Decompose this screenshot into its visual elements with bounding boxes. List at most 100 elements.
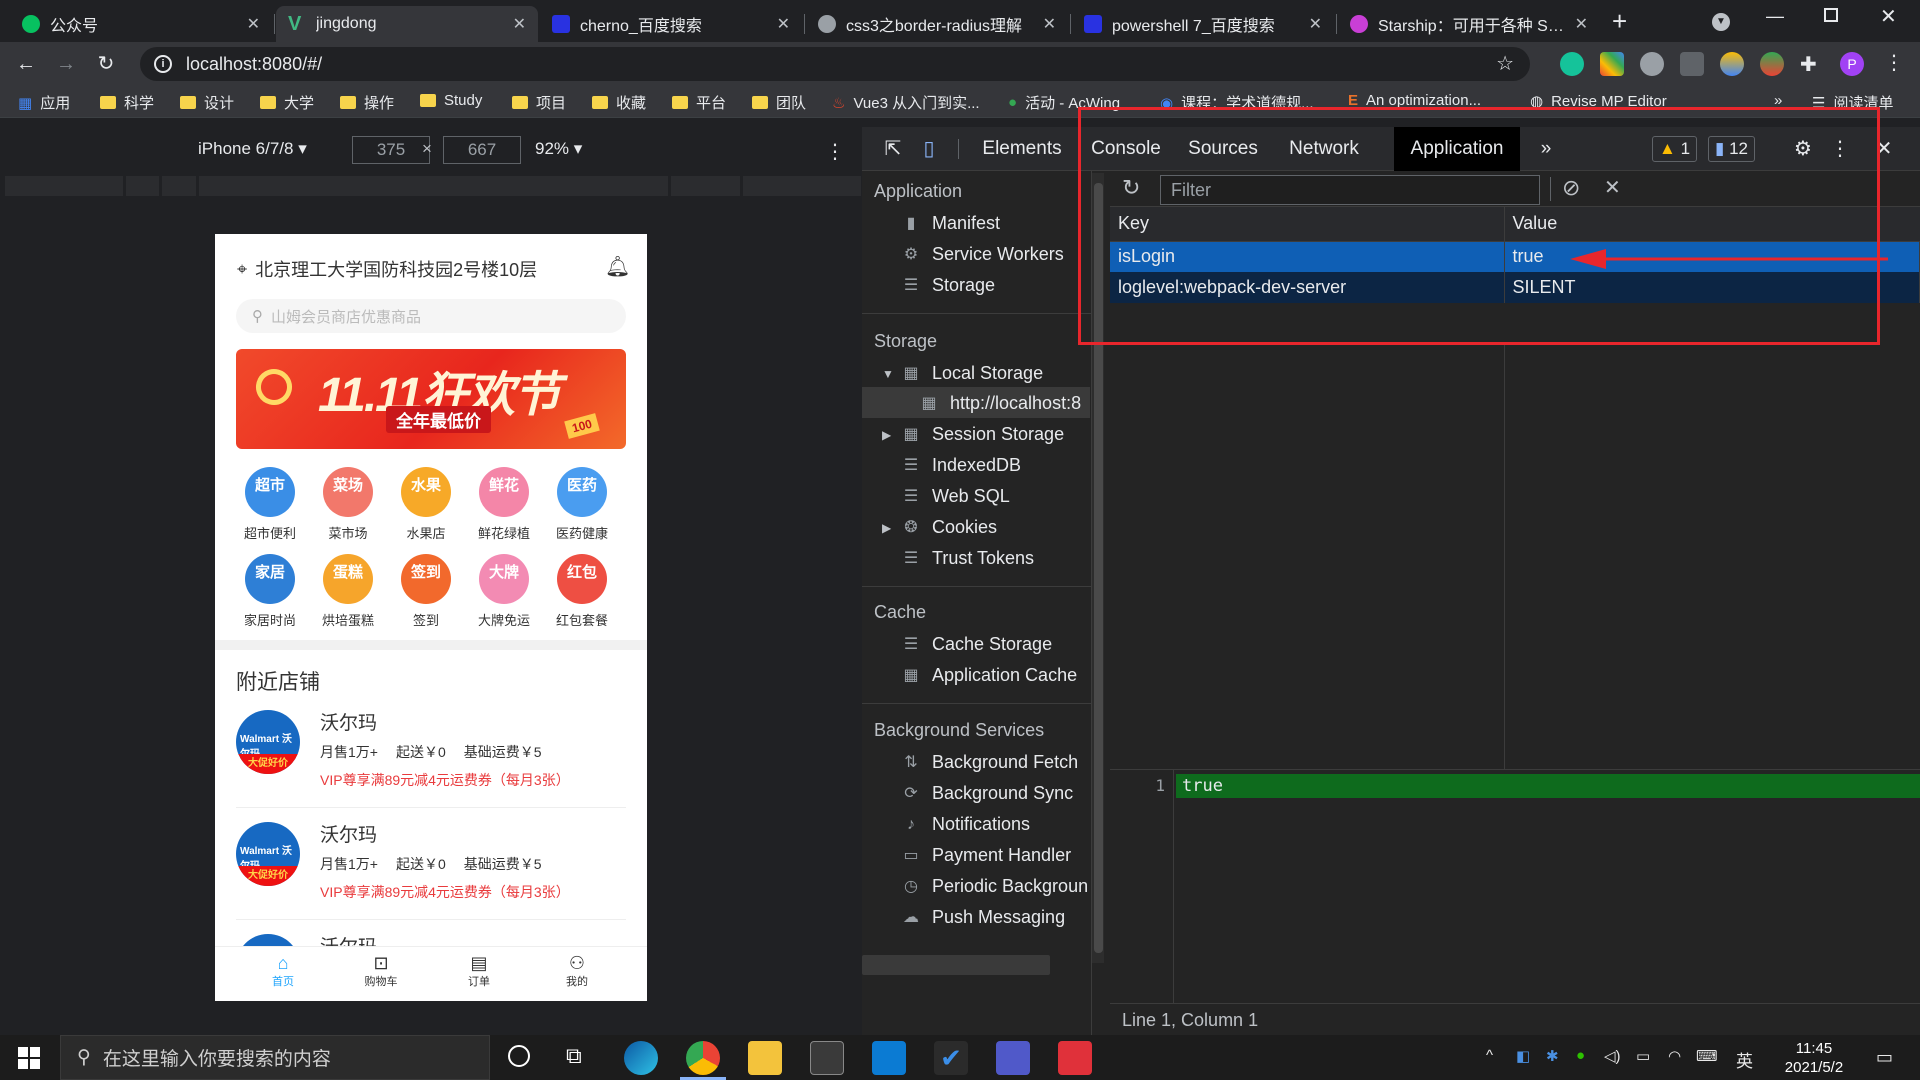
tab-application[interactable]: Application xyxy=(1394,127,1520,171)
browser-tab-3[interactable]: css3之border-radius理解 ✕ xyxy=(806,6,1068,42)
clear-all-icon[interactable]: ⊘ xyxy=(1562,175,1580,201)
zoom-select[interactable]: 92% ▾ xyxy=(535,139,582,159)
row-key[interactable]: isLogin xyxy=(1110,241,1505,272)
media-query-ruler[interactable] xyxy=(0,176,861,198)
more-bookmarks-icon[interactable]: » xyxy=(1774,92,1782,109)
browser-tab-2[interactable]: cherno_百度搜索 ✕ xyxy=(540,6,802,42)
bookmark-link[interactable]: ♨ Vue3 从入门到实... xyxy=(832,92,980,113)
refresh-icon[interactable]: ↻ xyxy=(1122,175,1140,201)
bookmark-folder[interactable]: 团队 xyxy=(752,92,806,113)
devtools-menu-icon[interactable]: ⋮ xyxy=(1828,127,1852,171)
bookmark-folder[interactable]: 项目 xyxy=(512,92,566,113)
device-toggle-icon[interactable]: ▯ xyxy=(912,127,946,171)
location-bar[interactable]: ⌖ 北京理工大学国防科技园2号楼10层 xyxy=(237,256,537,282)
address-bar[interactable]: i localhost:8080/#/ ☆ xyxy=(140,47,1530,81)
sidebar-item-application-cache[interactable]: ▦ Application Cache xyxy=(902,665,1077,686)
bookmark-folder[interactable]: 大学 xyxy=(260,92,314,113)
close-icon[interactable]: ✕ xyxy=(1575,14,1588,34)
reload-icon[interactable]: ↻ xyxy=(92,50,120,78)
horizontal-scrollbar[interactable] xyxy=(862,955,1050,975)
bell-icon[interactable]: 🔔︎ xyxy=(605,254,630,279)
browser-tab-1[interactable]: V jingdong ✕ xyxy=(276,6,538,42)
task-view-icon[interactable]: ⧉ xyxy=(566,1043,582,1069)
scrollbar-thumb[interactable] xyxy=(1094,183,1103,953)
bookmark-folder[interactable]: 操作 xyxy=(340,92,394,113)
site-info-icon[interactable]: i xyxy=(154,55,172,73)
wechat-tray-icon[interactable]: ● xyxy=(1576,1047,1585,1064)
close-icon[interactable]: ✕ xyxy=(513,14,526,34)
tray-overflow-icon[interactable]: ^ xyxy=(1486,1047,1493,1064)
sidebar-item-cookies[interactable]: ▶ ❂ Cookies xyxy=(882,517,997,538)
category-item[interactable]: 家居 家居时尚 xyxy=(230,554,310,629)
edge-icon[interactable] xyxy=(624,1041,658,1075)
category-item[interactable]: 蛋糕 烘培蛋糕 xyxy=(308,554,388,629)
inspect-element-icon[interactable]: ⇱ xyxy=(876,127,910,171)
category-item[interactable]: 菜场 菜市场 xyxy=(308,467,388,542)
window-close-icon[interactable]: ✕ xyxy=(1880,4,1897,29)
new-tab-icon[interactable]: + xyxy=(1612,6,1627,37)
category-item[interactable]: 大牌 大牌免运 xyxy=(464,554,544,629)
sidebar-item-periodic-background-sync[interactable]: ◷ Periodic Backgroun xyxy=(902,876,1088,897)
sidebar-item-service-workers[interactable]: ⚙ Service Workers xyxy=(902,244,1064,265)
bookmark-apps[interactable]: ▦ 应用 xyxy=(18,92,70,113)
close-icon[interactable]: ✕ xyxy=(1309,14,1322,34)
back-icon[interactable]: ← xyxy=(12,50,40,78)
extension-icon[interactable] xyxy=(1680,52,1704,76)
category-item[interactable]: 水果 水果店 xyxy=(386,467,466,542)
bookmark-folder[interactable]: 平台 xyxy=(672,92,726,113)
forward-icon[interactable]: → xyxy=(52,50,80,78)
close-devtools-icon[interactable]: ✕ xyxy=(1868,127,1900,171)
preview-code[interactable]: true xyxy=(1176,774,1920,798)
close-icon[interactable]: ✕ xyxy=(247,14,260,34)
extension-icon[interactable] xyxy=(1600,52,1624,76)
sidebar-item-trust-tokens[interactable]: ☰ Trust Tokens xyxy=(902,548,1034,569)
bookmark-link[interactable]: E An optimization... xyxy=(1348,92,1481,109)
bookmark-folder[interactable]: 设计 xyxy=(180,92,234,113)
minimize-icon[interactable]: — xyxy=(1766,6,1784,27)
tab-cart[interactable]: ⊡ 购物车 xyxy=(351,953,411,989)
bookmark-link[interactable]: ◍ Revise MP Editor xyxy=(1530,92,1667,111)
sidebar-item-indexeddb[interactable]: ☰ IndexedDB xyxy=(902,455,1021,476)
column-header-key[interactable]: Key xyxy=(1110,207,1505,242)
close-icon[interactable]: ✕ xyxy=(777,14,790,34)
bookmark-folder[interactable]: 科学 xyxy=(100,92,154,113)
device-height-input[interactable]: 667 xyxy=(443,136,521,164)
bookmark-link[interactable]: ● 活动 - AcWing xyxy=(1008,92,1120,113)
profile-avatar-icon[interactable]: P xyxy=(1840,52,1864,76)
bookmark-link[interactable]: ◉ 课程：学术道德规... xyxy=(1160,92,1314,113)
sidebar-item-storage[interactable]: ☰ Storage xyxy=(902,275,995,296)
wifi-icon[interactable]: ◠ xyxy=(1668,1047,1681,1065)
sidebar-item-localhost[interactable]: ▦ http://localhost:8 xyxy=(920,393,1081,414)
ime-indicator[interactable]: 英 xyxy=(1736,1047,1753,1072)
extension-icon[interactable] xyxy=(1640,52,1664,76)
category-item[interactable]: 超市 超市便利 xyxy=(230,467,310,542)
tab-network[interactable]: Network xyxy=(1278,127,1370,171)
category-item[interactable]: 红包 红包套餐 xyxy=(542,554,622,629)
browser-tab-0[interactable]: 公众号 ✕ xyxy=(10,6,272,42)
extensions-puzzle-icon[interactable]: ✚ xyxy=(1800,52,1817,77)
close-icon[interactable]: ✕ xyxy=(1043,14,1056,34)
sidebar-item-websql[interactable]: ☰ Web SQL xyxy=(902,486,1010,507)
bookmark-folder[interactable]: 收藏 xyxy=(592,92,646,113)
terminal-icon[interactable] xyxy=(810,1041,844,1075)
tab-home[interactable]: ⌂ 首页 xyxy=(253,953,313,989)
category-item[interactable]: 鲜花 鲜花绿植 xyxy=(464,467,544,542)
clock[interactable]: 11:45 2021/5/2 xyxy=(1772,1039,1856,1077)
sidebar-item-background-fetch[interactable]: ⇅ Background Fetch xyxy=(902,752,1078,773)
reading-list[interactable]: ☰ 阅读清单 xyxy=(1812,92,1893,113)
device-toolbar-menu-icon[interactable]: ⋮ xyxy=(825,139,845,164)
sidebar-item-push-messaging[interactable]: ☁ Push Messaging xyxy=(902,907,1065,928)
shop-card[interactable]: Walmart 沃尔玛大促好价 沃尔玛 月售1万+起送￥0基础运费￥5 VIP尊… xyxy=(236,700,626,808)
table-row[interactable]: loglevel:webpack-dev-server SILENT xyxy=(1110,272,1920,303)
keyboard-icon[interactable]: ⌨ xyxy=(1696,1047,1718,1065)
tray-app-icon[interactable]: ◧ xyxy=(1516,1047,1530,1065)
app-icon[interactable] xyxy=(1058,1041,1092,1075)
battery-icon[interactable]: ▭ xyxy=(1636,1047,1650,1065)
restore-icon[interactable] xyxy=(1824,8,1838,22)
browser-tab-5[interactable]: Starship：可用于各种 Shel ✕ xyxy=(1338,6,1600,42)
sidebar-item-payment-handler[interactable]: ▭ Payment Handler xyxy=(902,845,1071,866)
row-value[interactable]: SILENT xyxy=(1504,272,1920,303)
tab-console[interactable]: Console xyxy=(1084,127,1168,171)
bookmark-star-icon[interactable]: ☆ xyxy=(1496,51,1514,76)
tab-profile[interactable]: ⚇ 我的 xyxy=(547,953,607,989)
